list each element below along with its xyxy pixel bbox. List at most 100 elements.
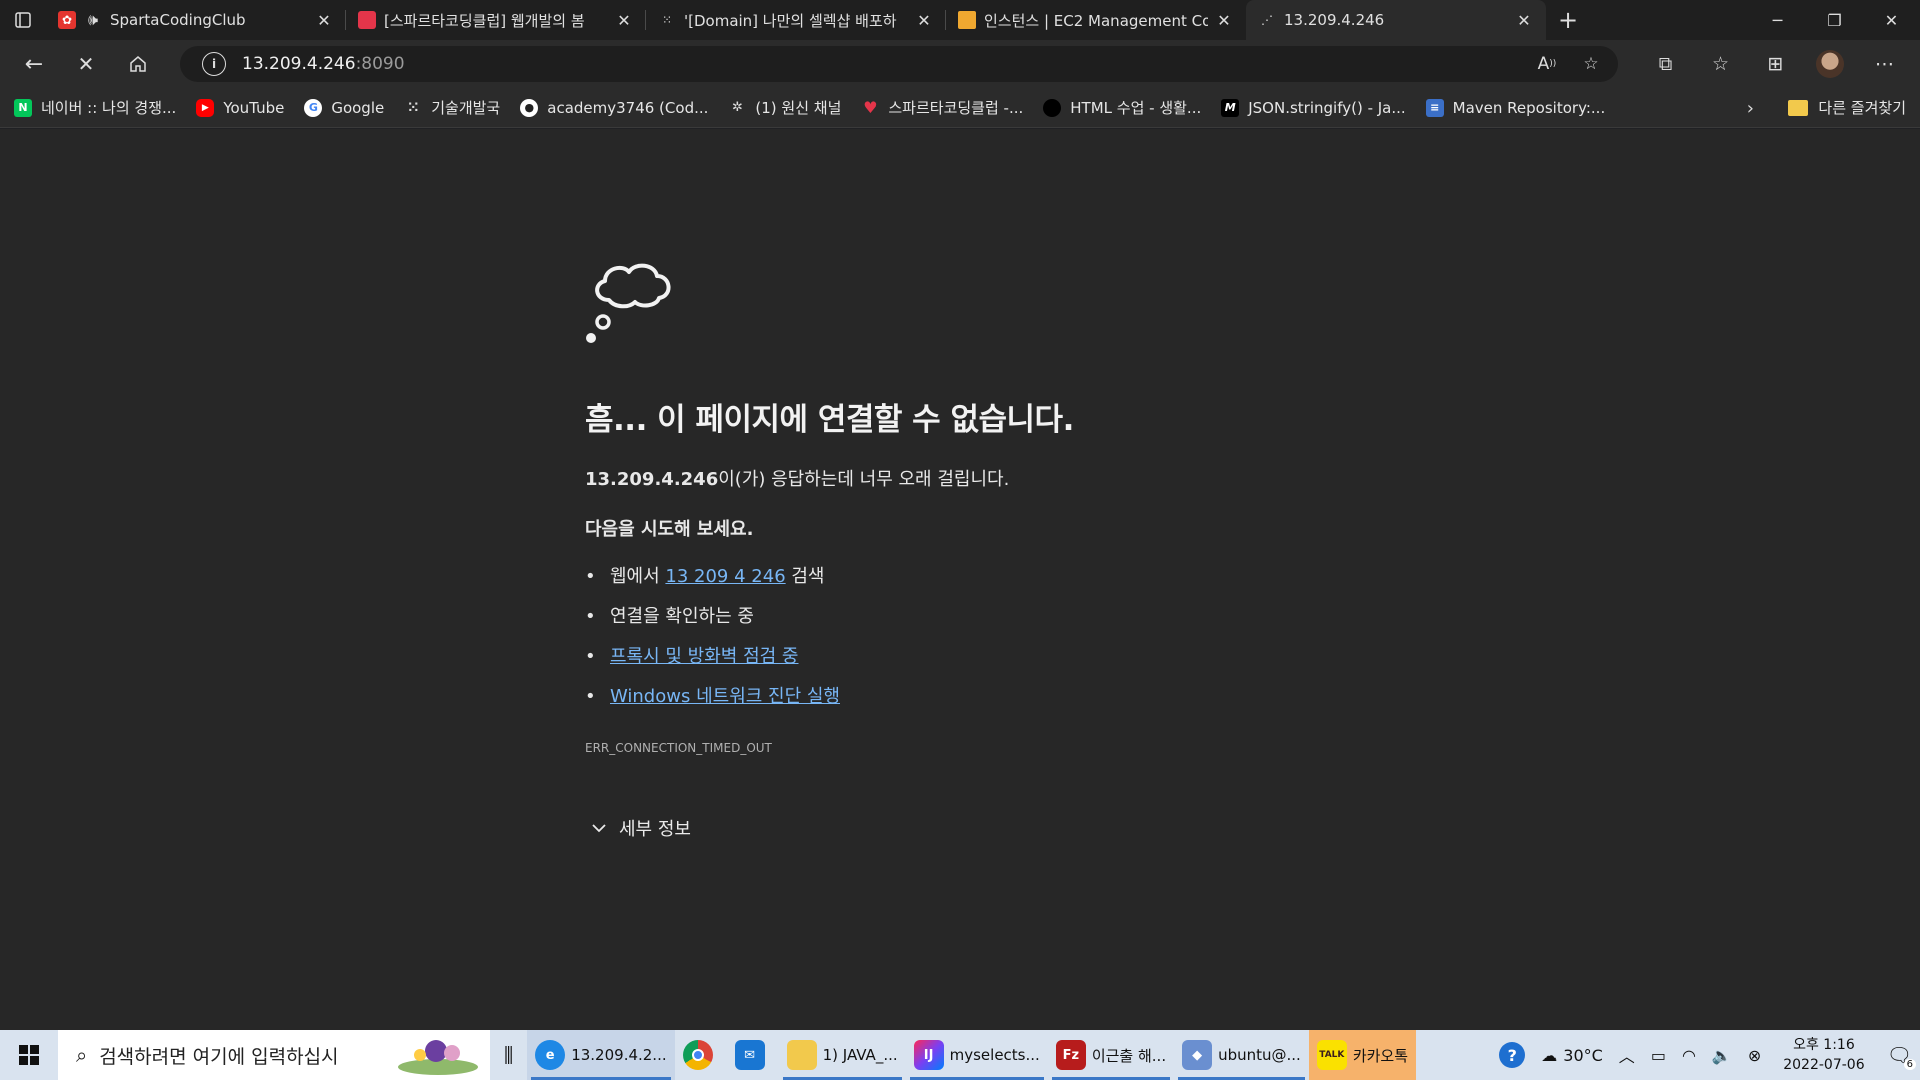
chevron-right-icon[interactable]: › (1747, 98, 1754, 119)
bookmark-mdn[interactable]: M JSON.stringify() - Ja... (1221, 98, 1406, 117)
toolbar: ← ✕ i 13.209.4.246:8090 A)) ☆ ⧉ ☆ ⊞ ⋯ (0, 40, 1920, 88)
system-tray: ? ☁ 30°C ︿ ▭ ◠ 🔈 ⊗ 오후 1:16 2022-07-06 🗨 6 (1491, 1030, 1920, 1080)
volume-icon[interactable]: 🔈 (1704, 1030, 1740, 1080)
clock-time: 오후 1:16 (1793, 1037, 1855, 1053)
stop-button[interactable]: ✕ (60, 44, 112, 84)
toolbar-right: ⧉ ☆ ⊞ ⋯ (1638, 44, 1912, 84)
windows-icon (19, 1045, 39, 1065)
wifi-icon[interactable]: ◠ (1674, 1030, 1704, 1080)
ime-icon[interactable]: ⊗ (1740, 1030, 1769, 1080)
new-tab-button[interactable]: + (1546, 0, 1590, 40)
help-icon[interactable]: ? (1491, 1030, 1533, 1080)
folder-icon (786, 1040, 817, 1070)
close-icon: ✕ (77, 52, 95, 76)
restore-button[interactable]: ❐ (1806, 0, 1863, 40)
url-host: 13.209.4.246 (242, 54, 356, 74)
taskbar-app-label: myselects... (949, 1046, 1040, 1064)
bookmark-label: YouTube (223, 98, 285, 117)
bookmark-naver[interactable]: N 네이버 :: 나의 경쟁... (14, 97, 176, 118)
bookmark-tech[interactable]: ⁙ 기술개발국 (404, 97, 500, 118)
taskbar-app-chrome[interactable] (675, 1030, 727, 1080)
bookmark-label: 기술개발국 (431, 99, 501, 117)
bookmark-label: academy3746 (Cod... (547, 98, 709, 117)
details-button[interactable]: 세부 정보 (585, 815, 1365, 841)
tab-actions-button[interactable] (0, 0, 46, 40)
address-url[interactable]: 13.209.4.246:8090 (242, 54, 405, 74)
page-content: 흠... 이 페이지에 연결할 수 없습니다. 13.209.4.246이(가)… (0, 129, 1920, 1030)
task-view-button[interactable]: ⫼ (490, 1030, 527, 1080)
taskbar-app-explorer[interactable]: 1) JAVA_... (779, 1030, 906, 1080)
tab-3[interactable]: 인스턴스 | EC2 Management Con ✕ (946, 0, 1246, 40)
taskbar-app-edge[interactable]: e 13.209.4.2... (527, 1030, 675, 1080)
error-container: 흠... 이 페이지에 연결할 수 없습니다. 13.209.4.246이(가)… (585, 254, 1365, 841)
taskbar-app-label: 1) JAVA_... (822, 1046, 898, 1064)
home-button[interactable] (112, 44, 164, 84)
close-window-button[interactable]: ✕ (1863, 0, 1920, 40)
intellij-icon: IJ (913, 1040, 944, 1070)
bookmark-youtube[interactable]: ▶ YouTube (196, 98, 285, 117)
home-icon (130, 56, 146, 72)
tab-0[interactable]: ✿ 🕪 SpartaCodingClub ✕ (46, 0, 346, 40)
chevron-up-icon[interactable]: ︿ (1611, 1030, 1643, 1080)
taskbar-app-mail[interactable]: ✉ (727, 1030, 779, 1080)
bookmark-github[interactable]: ● academy3746 (Cod... (520, 98, 709, 117)
collections-icon[interactable]: ⊞ (1748, 44, 1803, 84)
network-diagnostics-link[interactable]: Windows 네트워크 진단 실행 (610, 686, 840, 707)
extensions-icon[interactable]: ⧉ (1638, 44, 1693, 84)
close-icon[interactable]: ✕ (314, 10, 334, 30)
bookmark-label: 네이버 :: 나의 경쟁... (41, 99, 177, 117)
genshin-icon: ✲ (731, 100, 743, 115)
taskbar: ⌕ 검색하려면 여기에 입력하십시 ⫼ e 13.209.4.2... ✉ 1) … (0, 1030, 1920, 1080)
suggestion-text: 웹에서 (610, 566, 666, 587)
bookmark-sparta[interactable]: ♥ 스파르타코딩클럽 -... (861, 97, 1023, 118)
close-icon[interactable]: ✕ (1514, 10, 1534, 30)
bookmark-genshin[interactable]: ✲ (1) 원신 채널 (728, 97, 841, 118)
info-icon[interactable]: i (202, 52, 226, 76)
favorites-icon[interactable]: ☆ (1693, 44, 1748, 84)
github-icon: ● (520, 98, 539, 117)
meet-icon[interactable]: ▭ (1643, 1030, 1674, 1080)
taskbar-search[interactable]: ⌕ 검색하려면 여기에 입력하십시 (58, 1030, 490, 1080)
minimize-button[interactable]: ─ (1749, 0, 1806, 40)
speaker-icon[interactable]: 🕪 (84, 10, 102, 29)
close-icon[interactable]: ✕ (1214, 10, 1234, 30)
search-web-link[interactable]: 13 209 4 246 (665, 566, 785, 587)
bookmark-label: Maven Repository:... (1452, 98, 1606, 117)
tab-1[interactable]: [스파르타코딩클럽] 웹개발의 봄 ✕ (346, 0, 646, 40)
suggestion-text: 검색 (785, 566, 825, 587)
taskbar-app-kakaotalk[interactable]: TALK 카카오톡 (1308, 1030, 1417, 1080)
back-button[interactable]: ← (8, 44, 60, 84)
taskbar-app-intellij[interactable]: IJ myselects... (906, 1030, 1048, 1080)
suggestion-diagnostics: Windows 네트워크 진단 실행 (585, 677, 1365, 717)
bookmark-maven[interactable]: ≡ Maven Repository:... (1425, 98, 1606, 117)
tab-title: [스파르타코딩클럽] 웹개발의 봄 (384, 11, 585, 30)
add-favorite-icon[interactable]: ☆ (1578, 52, 1604, 76)
bookmark-html[interactable]: HTML 수업 - 생활... (1043, 97, 1201, 118)
other-bookmarks[interactable]: 다른 즐겨찾기 (1788, 97, 1906, 118)
taskbar-app-putty[interactable]: ◆ ubuntu@... (1174, 1030, 1309, 1080)
task-view-icon: ⫼ (504, 1043, 514, 1067)
address-bar[interactable]: i 13.209.4.246:8090 A)) ☆ (180, 46, 1618, 82)
try-heading: 다음을 시도해 보세요. (585, 519, 754, 540)
bookmark-google[interactable]: G Google (304, 98, 384, 117)
taskbar-app-label: 카카오톡 (1352, 1046, 1409, 1065)
close-icon[interactable]: ✕ (914, 10, 934, 30)
proxy-firewall-link[interactable]: 프록시 및 방화벽 점검 중 (610, 646, 799, 667)
close-icon[interactable]: ✕ (614, 10, 634, 30)
more-icon[interactable]: ⋯ (1857, 44, 1912, 84)
notifications-button[interactable]: 🗨 6 (1879, 1030, 1920, 1080)
clock[interactable]: 오후 1:16 2022-07-06 (1769, 1035, 1878, 1075)
taskbar-app-filezilla[interactable]: Fz 이근출 해... (1048, 1030, 1174, 1080)
clock-date: 2022-07-06 (1783, 1057, 1865, 1073)
start-button[interactable] (0, 1030, 58, 1080)
weather-widget[interactable]: ☁ 30°C (1533, 1030, 1611, 1080)
tab-4-active[interactable]: ⋰ 13.209.4.246 ✕ (1246, 0, 1546, 40)
suggestion-search: 웹에서 13 209 4 246 검색 (585, 557, 1365, 597)
profile-avatar[interactable] (1816, 50, 1844, 78)
plus-icon: + (1557, 6, 1579, 34)
error-message: 13.209.4.246이(가) 응답하는데 너무 오래 걸립니다. (585, 465, 1365, 491)
tab-title: 인스턴스 | EC2 Management Con (984, 11, 1208, 30)
tab-2[interactable]: ⁙ '[Domain] 나만의 셀렉샵 배포하 ✕ (646, 0, 946, 40)
address-bar-actions: A)) ☆ (1534, 52, 1604, 76)
read-aloud-icon[interactable]: A)) (1534, 52, 1560, 76)
